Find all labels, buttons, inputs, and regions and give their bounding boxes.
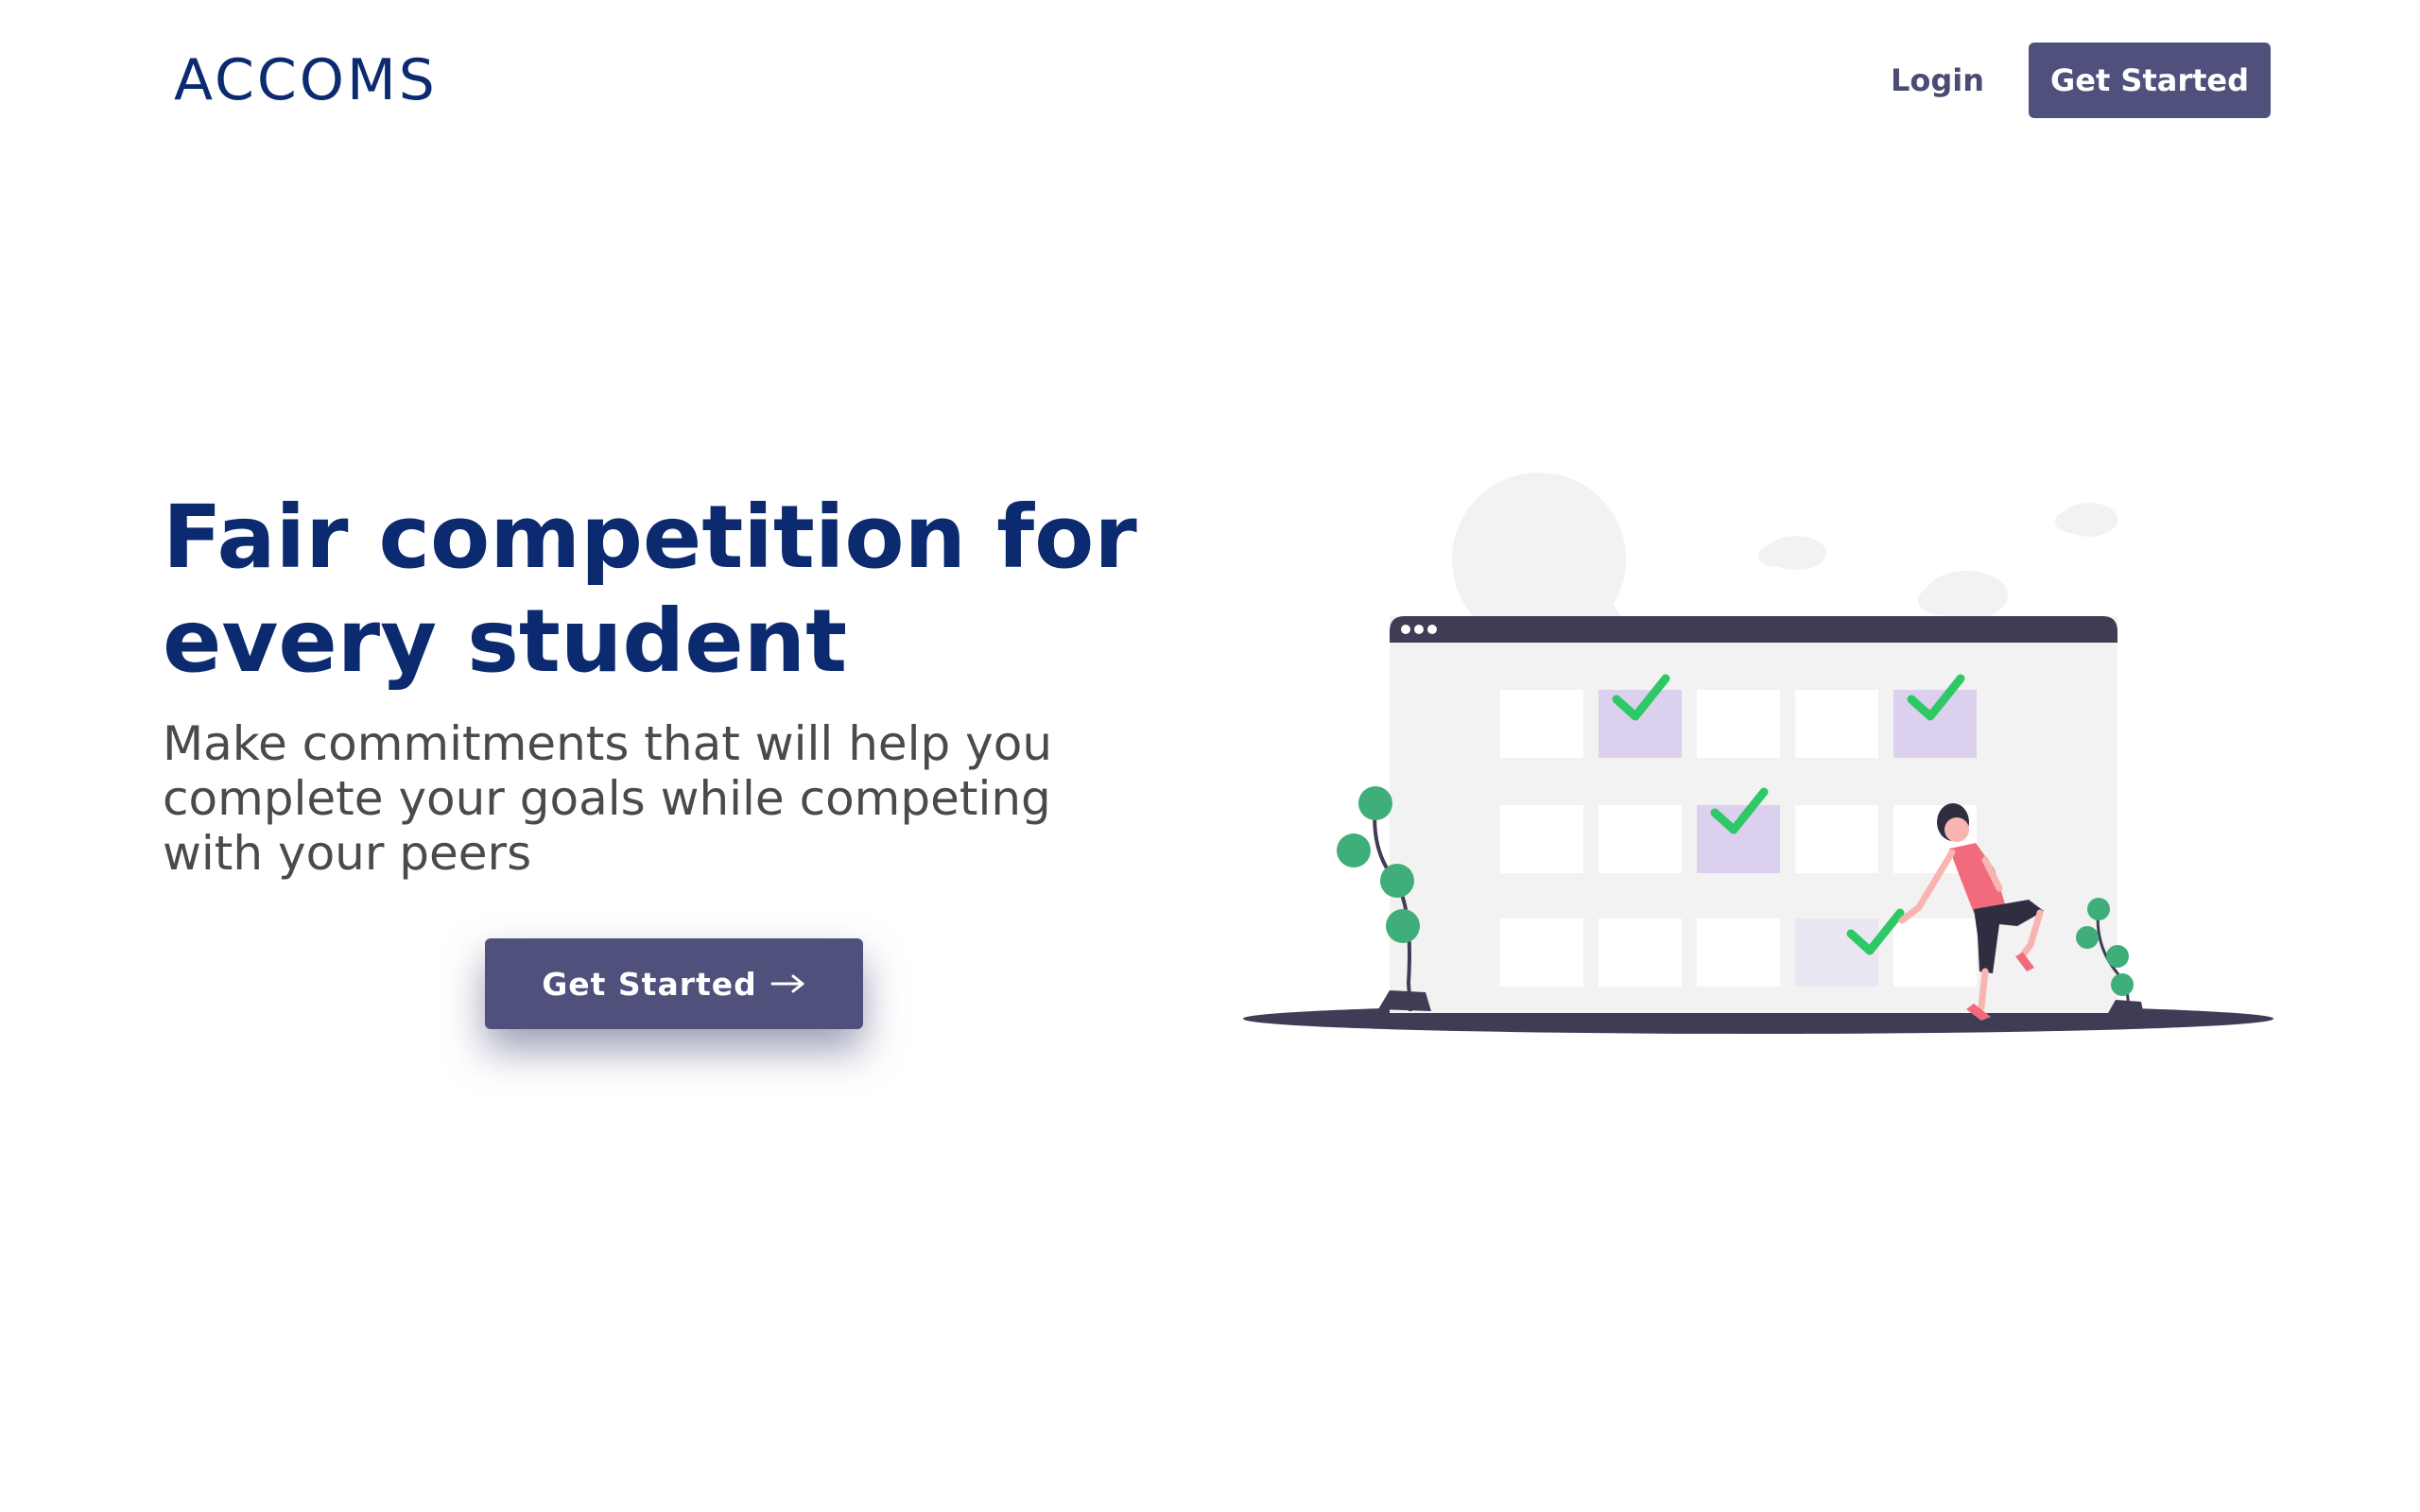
header-get-started-button[interactable]: Get Started (2029, 43, 2271, 118)
hero-get-started-button[interactable]: Get Started (485, 938, 863, 1029)
login-link[interactable]: Login (1891, 59, 1984, 102)
landing-page: ACCOMS Login Get Started Fair competitio… (0, 0, 2420, 1512)
logo[interactable]: ACCOMS (174, 47, 438, 113)
calendar-grid (1500, 690, 1977, 987)
calendar-checklist-illustration (1238, 472, 2278, 1058)
hero-title: Fair competition for every student (163, 487, 1137, 692)
hero-get-started-label: Get Started (542, 965, 757, 1003)
arrow-right-icon (770, 974, 806, 993)
hero-subtitle: Make commitments that will help you comp… (163, 716, 1053, 881)
